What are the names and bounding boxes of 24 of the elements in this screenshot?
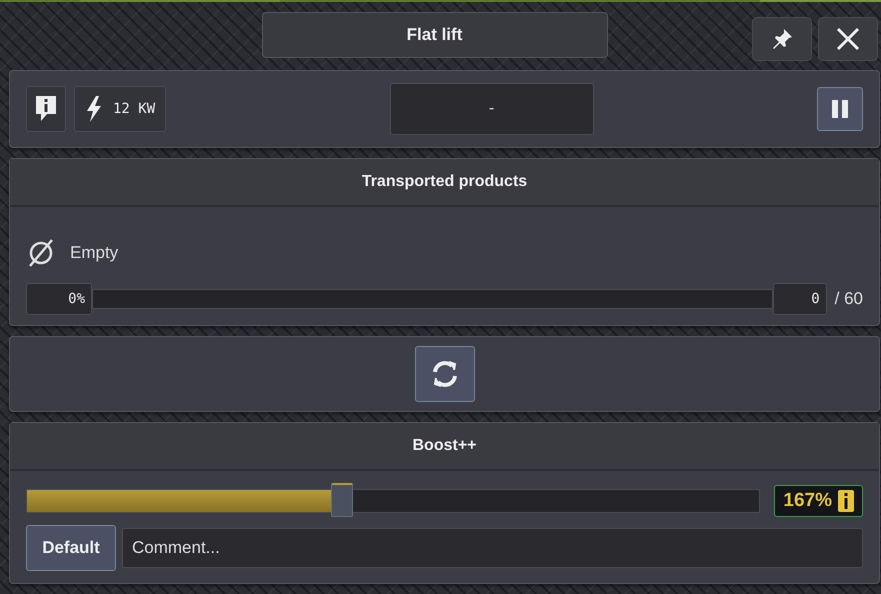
section-header: Boost++ [10, 423, 879, 471]
count-display: 0 [772, 283, 827, 315]
boost-slider[interactable] [26, 483, 760, 519]
info-bubble-icon [35, 95, 57, 123]
lightning-icon [85, 95, 103, 123]
percent-display: 0% [26, 283, 92, 315]
close-icon [835, 26, 861, 52]
empty-set-icon [26, 237, 56, 269]
section-header: Transported products [10, 159, 879, 207]
pause-button[interactable] [817, 87, 863, 131]
default-button[interactable]: Default [26, 525, 116, 571]
info-button[interactable] [26, 86, 66, 132]
info-icon [838, 490, 854, 512]
status-display: - [390, 83, 594, 135]
empty-label: Empty [70, 243, 118, 263]
close-button[interactable] [818, 17, 878, 61]
power-display: 12 KW [74, 86, 166, 132]
window-title: Flat lift [262, 12, 608, 58]
boost-percent: 167% [783, 490, 832, 512]
comment-field[interactable]: Comment... [122, 528, 863, 568]
pause-icon [830, 99, 850, 119]
pin-button[interactable] [752, 17, 812, 61]
swap-button[interactable] [414, 346, 474, 402]
capacity-label: / 60 [834, 289, 863, 309]
